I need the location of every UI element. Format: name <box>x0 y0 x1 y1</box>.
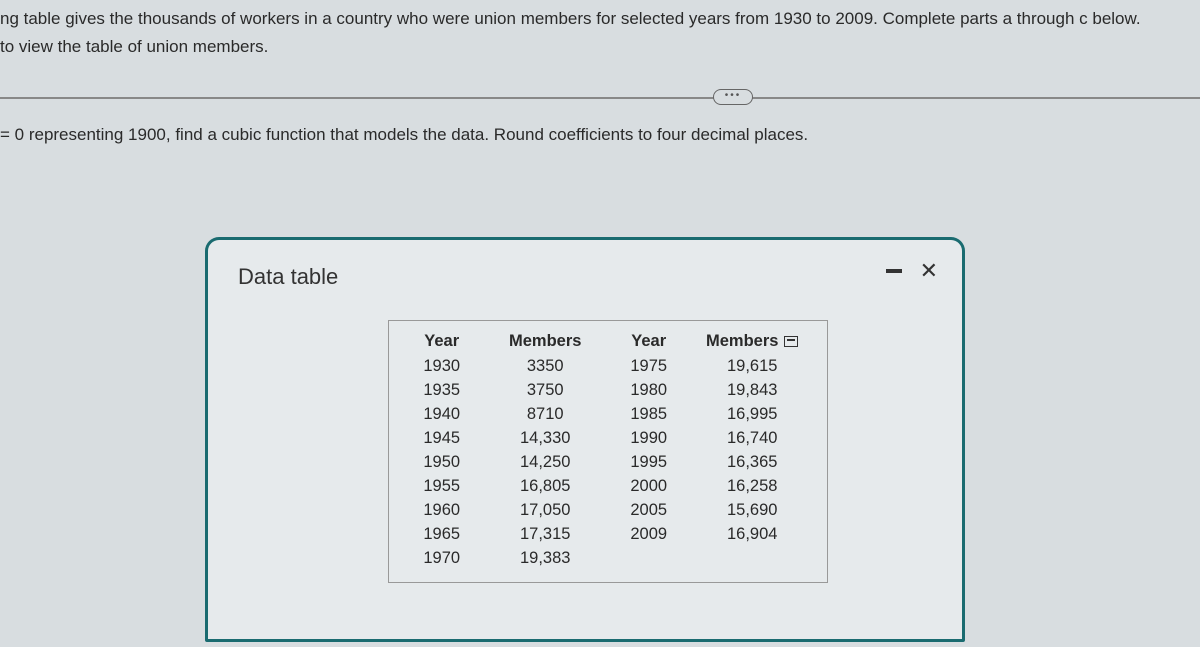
cell-members: 16,740 <box>689 426 815 450</box>
table-header-row: Year Members Year Members <box>401 329 815 354</box>
cell-year: 1935 <box>401 378 482 402</box>
cell-members: 3750 <box>482 378 608 402</box>
cell-members: 3350 <box>482 354 608 378</box>
close-icon[interactable]: ✕ <box>920 260 938 282</box>
cell-members: 15,690 <box>689 498 815 522</box>
cell-year: 1950 <box>401 450 482 474</box>
table-row: 1965 17,315 2009 16,904 <box>401 522 815 546</box>
cell-year: 2005 <box>608 498 689 522</box>
cell-year: 1995 <box>608 450 689 474</box>
cell-members: 16,805 <box>482 474 608 498</box>
table-row: 1955 16,805 2000 16,258 <box>401 474 815 498</box>
cell-year: 2009 <box>608 522 689 546</box>
table-row: 1960 17,050 2005 15,690 <box>401 498 815 522</box>
cell-members: 14,250 <box>482 450 608 474</box>
cell-members: 8710 <box>482 402 608 426</box>
question-prompt: = 0 representing 1900, find a cubic func… <box>0 125 1200 145</box>
cell-members: 16,258 <box>689 474 815 498</box>
intro-line-2: to view the table of union members. <box>0 34 1200 60</box>
cell-year: 2000 <box>608 474 689 498</box>
problem-intro: ng table gives the thousands of workers … <box>0 0 1200 59</box>
more-options-badge[interactable]: ••• <box>713 89 753 105</box>
cell-year: 1960 <box>401 498 482 522</box>
union-members-table: Year Members Year Members 1930 3350 1975… <box>401 329 815 570</box>
table-row: 1945 14,330 1990 16,740 <box>401 426 815 450</box>
table-body: 1930 3350 1975 19,615 1935 3750 1980 19,… <box>401 354 815 570</box>
popup-icon[interactable] <box>784 336 798 347</box>
cell-year: 1965 <box>401 522 482 546</box>
cell-year <box>608 546 689 570</box>
cell-year: 1970 <box>401 546 482 570</box>
table-row: 1970 19,383 <box>401 546 815 570</box>
data-table-container: Year Members Year Members 1930 3350 1975… <box>388 320 828 583</box>
cell-members: 17,050 <box>482 498 608 522</box>
header-members-right: Members <box>689 329 815 354</box>
table-row: 1950 14,250 1995 16,365 <box>401 450 815 474</box>
cell-year: 1985 <box>608 402 689 426</box>
cell-year: 1940 <box>401 402 482 426</box>
header-year-right: Year <box>608 329 689 354</box>
cell-members: 14,330 <box>482 426 608 450</box>
table-row: 1935 3750 1980 19,843 <box>401 378 815 402</box>
table-row: 1940 8710 1985 16,995 <box>401 402 815 426</box>
intro-line-1: ng table gives the thousands of workers … <box>0 6 1200 32</box>
cell-year: 1945 <box>401 426 482 450</box>
cell-year: 1975 <box>608 354 689 378</box>
header-year-left: Year <box>401 329 482 354</box>
cell-members: 17,315 <box>482 522 608 546</box>
cell-members: 16,995 <box>689 402 815 426</box>
cell-year: 1980 <box>608 378 689 402</box>
cell-members: 19,843 <box>689 378 815 402</box>
cell-members: 16,904 <box>689 522 815 546</box>
cell-members: 19,615 <box>689 354 815 378</box>
cell-members: 19,383 <box>482 546 608 570</box>
cell-year: 1930 <box>401 354 482 378</box>
header-members-left: Members <box>482 329 608 354</box>
cell-members: 16,365 <box>689 450 815 474</box>
modal-title: Data table <box>238 264 932 290</box>
minimize-icon[interactable] <box>886 269 902 273</box>
cell-members <box>689 546 815 570</box>
cell-year: 1955 <box>401 474 482 498</box>
section-divider: ••• <box>0 97 1200 99</box>
data-table-modal: ✕ Data table Year Members Year Members 1… <box>205 237 965 642</box>
cell-year: 1990 <box>608 426 689 450</box>
table-row: 1930 3350 1975 19,615 <box>401 354 815 378</box>
